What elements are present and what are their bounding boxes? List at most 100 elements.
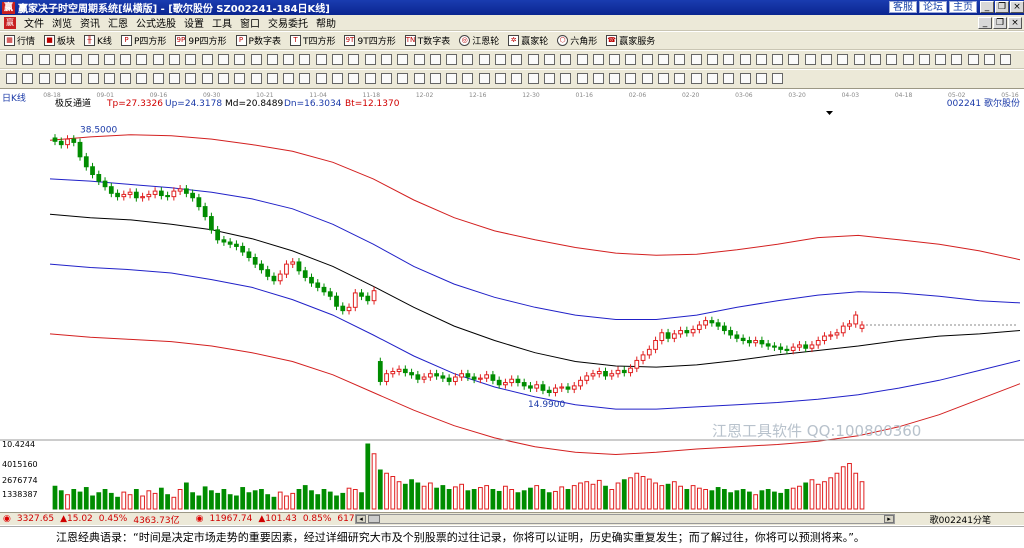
draw-tool-icon[interactable]: [429, 54, 441, 65]
draw-tool-icon[interactable]: [71, 73, 83, 84]
minimize-icon[interactable]: _: [980, 1, 994, 13]
kline-chart-panel[interactable]: 日K线 极反通道 Tp=27.3326 Up=24.3178 Md=20.8489 Dn=…: [0, 89, 1024, 512]
draw-tool-icon[interactable]: [120, 54, 132, 65]
draw-tool-icon[interactable]: [185, 73, 197, 84]
draw-tool-icon[interactable]: [380, 73, 392, 84]
toolbar-kline-button[interactable]: ╫ K线: [84, 34, 112, 47]
draw-tool-icon[interactable]: [902, 54, 914, 65]
draw-tool-icon[interactable]: [886, 54, 898, 65]
draw-tool-icon[interactable]: [543, 54, 555, 65]
menu-tools[interactable]: 工具: [208, 15, 236, 30]
draw-tool-icon[interactable]: [266, 54, 278, 65]
kline-chart[interactable]: 日K线 极反通道 Tp=27.3326 Up=24.3178 Md=20.8489 Dn=…: [0, 89, 1024, 512]
draw-tool-icon[interactable]: [674, 73, 686, 84]
toolbar-t-table-button[interactable]: TN T数字表: [404, 34, 450, 47]
draw-tool-icon[interactable]: [22, 54, 34, 65]
draw-tool-icon[interactable]: [935, 54, 947, 65]
draw-tool-icon[interactable]: [772, 73, 784, 84]
draw-tool-icon[interactable]: [234, 54, 246, 65]
draw-tool-icon[interactable]: [169, 54, 180, 65]
scroll-right-icon[interactable]: ▸: [884, 515, 894, 523]
draw-tool-icon[interactable]: [984, 54, 995, 65]
draw-tool-icon[interactable]: [6, 73, 17, 84]
draw-tool-icon[interactable]: [283, 54, 295, 65]
draw-tool-icon[interactable]: [54, 73, 66, 84]
draw-tool-icon[interactable]: [87, 54, 99, 65]
draw-tool-icon[interactable]: [560, 73, 572, 84]
draw-tool-icon[interactable]: [22, 73, 34, 84]
draw-tool-icon[interactable]: [54, 54, 66, 65]
draw-tool-icon[interactable]: [918, 54, 930, 65]
menu-file[interactable]: 文件: [20, 15, 48, 30]
draw-tool-icon[interactable]: [380, 54, 392, 65]
draw-tool-icon[interactable]: [299, 54, 311, 65]
menu-window[interactable]: 窗口: [236, 15, 264, 30]
draw-tool-icon[interactable]: [821, 54, 832, 65]
draw-tool-icon[interactable]: [511, 73, 523, 84]
draw-tool-icon[interactable]: [136, 73, 148, 84]
draw-tool-icon[interactable]: [706, 73, 718, 84]
draw-tool-icon[interactable]: [625, 54, 637, 65]
draw-tool-icon[interactable]: [495, 73, 506, 84]
draw-tool-icon[interactable]: [723, 54, 735, 65]
draw-tool-icon[interactable]: [560, 54, 572, 65]
draw-tool-icon[interactable]: [38, 73, 50, 84]
draw-tool-icon[interactable]: [250, 54, 262, 65]
draw-tool-icon[interactable]: [315, 73, 327, 84]
draw-tool-icon[interactable]: [658, 73, 669, 84]
draw-tool-icon[interactable]: [169, 73, 180, 84]
chart-scrollbar[interactable]: ◂ ▸: [355, 514, 895, 524]
draw-tool-icon[interactable]: [625, 73, 637, 84]
draw-tool-icon[interactable]: [87, 73, 99, 84]
draw-tool-icon[interactable]: [201, 54, 213, 65]
child-minimize-icon[interactable]: _: [978, 17, 992, 29]
draw-tool-icon[interactable]: [429, 73, 441, 84]
link-service[interactable]: 客服: [889, 1, 917, 13]
draw-tool-icon[interactable]: [804, 54, 816, 65]
toolbar-t-square-button[interactable]: T T四方形: [289, 34, 335, 47]
draw-tool-icon[interactable]: [152, 73, 164, 84]
draw-tool-icon[interactable]: [576, 73, 588, 84]
draw-tool-icon[interactable]: [609, 54, 621, 65]
draw-tool-icon[interactable]: [71, 54, 83, 65]
draw-tool-icon[interactable]: [332, 73, 343, 84]
close-icon[interactable]: ×: [1010, 1, 1024, 13]
menu-browse[interactable]: 浏览: [48, 15, 76, 30]
draw-tool-icon[interactable]: [495, 54, 506, 65]
draw-tool-icon[interactable]: [6, 54, 17, 65]
draw-tool-icon[interactable]: [706, 54, 718, 65]
draw-tool-icon[interactable]: [348, 54, 360, 65]
draw-tool-icon[interactable]: [299, 73, 311, 84]
draw-tool-icon[interactable]: [853, 54, 865, 65]
child-restore-icon[interactable]: ❐: [993, 17, 1007, 29]
draw-tool-icon[interactable]: [658, 54, 669, 65]
menu-trade[interactable]: 交易委托: [264, 15, 312, 30]
toolbar-p-square-button[interactable]: P P四方形: [120, 34, 166, 47]
draw-tool-icon[interactable]: [592, 54, 604, 65]
toolbar-sector-button[interactable]: ■ 板块: [44, 34, 75, 47]
scroll-left-icon[interactable]: ◂: [356, 515, 366, 523]
draw-tool-icon[interactable]: [478, 54, 490, 65]
draw-tool-icon[interactable]: [250, 73, 262, 84]
draw-tool-icon[interactable]: [217, 73, 229, 84]
menu-settings[interactable]: 设置: [180, 15, 208, 30]
toolbar-winner-wheel-button[interactable]: ✲ 赢家轮: [508, 34, 548, 47]
draw-tool-icon[interactable]: [397, 54, 409, 65]
draw-tool-icon[interactable]: [739, 54, 751, 65]
draw-tool-icon[interactable]: [837, 54, 849, 65]
draw-tool-icon[interactable]: [234, 73, 246, 84]
draw-tool-icon[interactable]: [462, 73, 474, 84]
draw-tool-icon[interactable]: [690, 54, 702, 65]
draw-tool-icon[interactable]: [527, 54, 539, 65]
draw-tool-icon[interactable]: [364, 54, 376, 65]
draw-tool-icon[interactable]: [364, 73, 376, 84]
draw-tool-icon[interactable]: [543, 73, 555, 84]
draw-tool-icon[interactable]: [755, 73, 767, 84]
menu-gann[interactable]: 汇恩: [104, 15, 132, 30]
draw-tool-icon[interactable]: [609, 73, 621, 84]
draw-tool-icon[interactable]: [641, 54, 653, 65]
child-close-icon[interactable]: ×: [1008, 17, 1022, 29]
draw-tool-icon[interactable]: [772, 54, 784, 65]
draw-tool-icon[interactable]: [103, 73, 115, 84]
draw-tool-icon[interactable]: [413, 73, 425, 84]
